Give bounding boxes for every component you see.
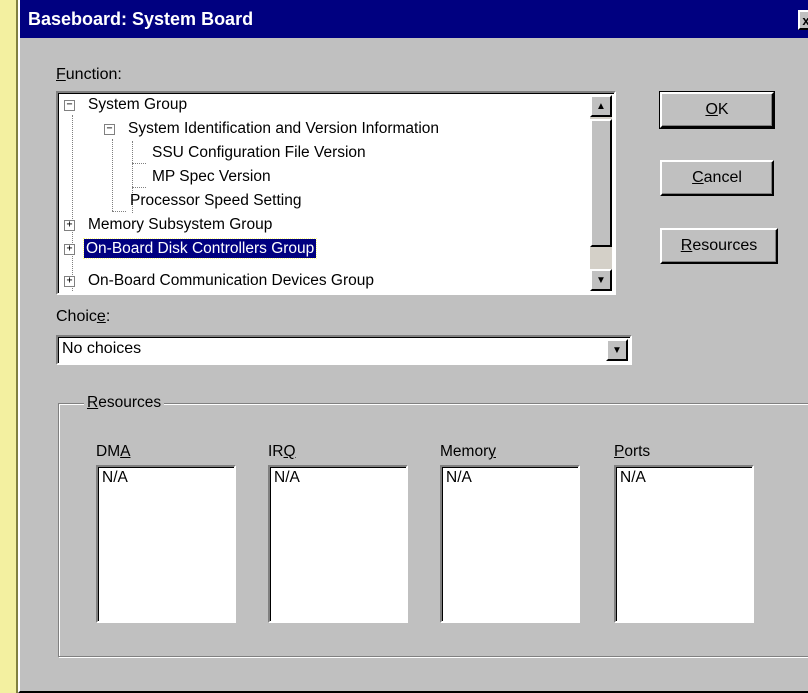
scroll-down-button[interactable]: ▼ bbox=[590, 269, 612, 291]
dma-label: DMA bbox=[96, 443, 131, 460]
ok-button[interactable]: OK bbox=[659, 91, 775, 129]
tree-item[interactable]: − System Group bbox=[64, 93, 189, 117]
tree-item[interactable]: MP Spec Version bbox=[150, 165, 273, 189]
collapse-icon[interactable]: − bbox=[104, 124, 115, 135]
irq-list[interactable]: N/A bbox=[268, 465, 408, 623]
dma-list[interactable]: N/A bbox=[96, 465, 236, 623]
tree-connector bbox=[132, 187, 146, 188]
irq-label: IRQ bbox=[268, 443, 296, 460]
tree-item-label: SSU Configuration File Version bbox=[152, 144, 366, 161]
arrow-up-icon: ▲ bbox=[596, 100, 606, 112]
window-title: Baseboard: System Board bbox=[28, 8, 254, 29]
expand-icon[interactable]: + bbox=[64, 276, 75, 287]
background-window-strip bbox=[0, 0, 18, 693]
tree-item[interactable]: − System Identification and Version Info… bbox=[104, 117, 441, 141]
tree-connector bbox=[112, 139, 113, 211]
tree-item-selected[interactable]: + On-Board Disk Controllers Group bbox=[64, 237, 318, 261]
tree-item-label: Memory Subsystem Group bbox=[88, 216, 273, 233]
close-icon: x bbox=[802, 12, 808, 28]
expand-icon[interactable]: + bbox=[64, 244, 75, 255]
resources-button[interactable]: Resources bbox=[660, 228, 778, 264]
tree-item-label: On-Board Disk Controllers Group bbox=[82, 238, 318, 259]
tree-item-label: System Group bbox=[88, 96, 188, 113]
cancel-button[interactable]: Cancel bbox=[660, 160, 774, 196]
function-label: Function: bbox=[56, 66, 122, 83]
tree-item-label: MP Spec Version bbox=[152, 168, 271, 185]
title-bar[interactable]: Baseboard: System Board x bbox=[20, 0, 808, 38]
tree-connector bbox=[132, 163, 146, 164]
tree-item-label: Processor Speed Setting bbox=[130, 192, 302, 209]
memory-value: N/A bbox=[446, 469, 472, 486]
tree-item[interactable]: + On-Board Communication Devices Group bbox=[64, 269, 376, 293]
chevron-down-icon: ▼ bbox=[612, 344, 622, 356]
tree-connector bbox=[72, 115, 73, 291]
scroll-thumb[interactable] bbox=[590, 119, 612, 247]
memory-label: Memory bbox=[440, 443, 496, 460]
ports-value: N/A bbox=[620, 469, 646, 486]
ports-label: Ports bbox=[614, 443, 651, 460]
scroll-up-button[interactable]: ▲ bbox=[590, 95, 612, 117]
expand-icon[interactable]: + bbox=[64, 220, 75, 231]
arrow-down-icon: ▼ bbox=[596, 274, 606, 286]
tree-scrollbar[interactable]: ▲ ▼ bbox=[590, 95, 612, 291]
tree-item[interactable]: SSU Configuration File Version bbox=[150, 141, 368, 165]
tree-item-label: On-Board Communication Devices Group bbox=[88, 272, 375, 289]
choice-label: Choice: bbox=[56, 308, 111, 325]
tree-item-label: System Identification and Version Inform… bbox=[128, 120, 440, 137]
tree-item[interactable]: + Memory Subsystem Group bbox=[64, 213, 274, 237]
close-button[interactable]: x bbox=[798, 10, 808, 30]
baseboard-dialog: Baseboard: System Board x Function: − Sy… bbox=[18, 0, 808, 693]
dropdown-button[interactable]: ▼ bbox=[606, 339, 628, 361]
dma-value: N/A bbox=[102, 469, 128, 486]
ports-list[interactable]: N/A bbox=[614, 465, 754, 623]
choice-dropdown[interactable]: No choices ▼ bbox=[56, 335, 632, 365]
irq-value: N/A bbox=[274, 469, 300, 486]
tree-item[interactable]: Processor Speed Setting bbox=[128, 189, 303, 213]
collapse-icon[interactable]: − bbox=[64, 100, 75, 111]
resources-group-label: Resources bbox=[84, 394, 165, 412]
function-tree[interactable]: − System Group − System Identification a… bbox=[56, 91, 616, 295]
tree-connector bbox=[112, 211, 126, 212]
choice-value: No choices bbox=[62, 340, 142, 357]
memory-list[interactable]: N/A bbox=[440, 465, 580, 623]
